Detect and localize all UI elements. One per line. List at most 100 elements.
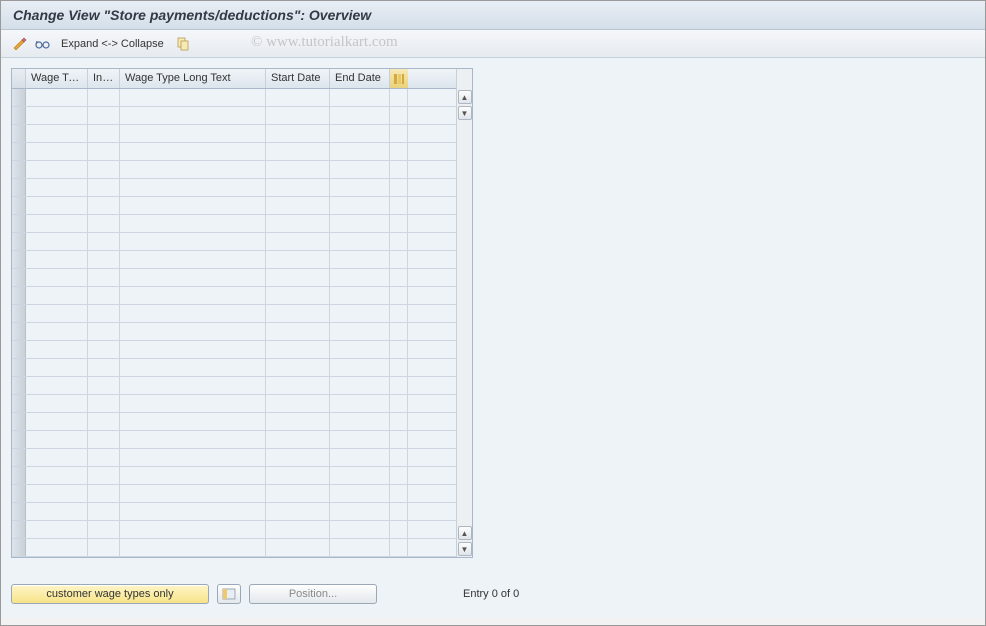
table-row[interactable]: [12, 143, 456, 161]
cell-wage-type-long[interactable]: [120, 197, 266, 214]
table-row[interactable]: [12, 503, 456, 521]
cell-end-date[interactable]: [330, 197, 390, 214]
cell-wage-type-long[interactable]: [120, 251, 266, 268]
table-row[interactable]: [12, 269, 456, 287]
cell-inf[interactable]: [88, 539, 120, 556]
cell-end-date[interactable]: [330, 143, 390, 160]
cell-wage-type-long[interactable]: [120, 485, 266, 502]
cell-start-date[interactable]: [266, 377, 330, 394]
cell-start-date[interactable]: [266, 305, 330, 322]
row-marker[interactable]: [12, 485, 26, 502]
cell-inf[interactable]: [88, 125, 120, 142]
cell-wage-type[interactable]: [26, 395, 88, 412]
cell-wage-type[interactable]: [26, 305, 88, 322]
table-row[interactable]: [12, 467, 456, 485]
table-row[interactable]: [12, 125, 456, 143]
cell-wage-type-long[interactable]: [120, 269, 266, 286]
cell-start-date[interactable]: [266, 413, 330, 430]
cell-wage-type-long[interactable]: [120, 395, 266, 412]
cell-inf[interactable]: [88, 197, 120, 214]
cell-wage-type[interactable]: [26, 107, 88, 124]
cell-inf[interactable]: [88, 413, 120, 430]
cell-wage-type-long[interactable]: [120, 107, 266, 124]
cell-wage-type-long[interactable]: [120, 521, 266, 538]
table-row[interactable]: [12, 233, 456, 251]
cell-end-date[interactable]: [330, 395, 390, 412]
cell-wage-type-long[interactable]: [120, 125, 266, 142]
cell-wage-type[interactable]: [26, 413, 88, 430]
cell-wage-type-long[interactable]: [120, 143, 266, 160]
cell-end-date[interactable]: [330, 107, 390, 124]
cell-wage-type-long[interactable]: [120, 503, 266, 520]
cell-wage-type[interactable]: [26, 539, 88, 556]
cell-wage-type[interactable]: [26, 377, 88, 394]
cell-inf[interactable]: [88, 341, 120, 358]
copy-icon[interactable]: [174, 35, 192, 53]
table-config-icon[interactable]: [390, 69, 408, 88]
cell-end-date[interactable]: [330, 251, 390, 268]
scroll-up-icon[interactable]: ▲: [458, 90, 472, 104]
cell-end-date[interactable]: [330, 305, 390, 322]
cell-wage-type[interactable]: [26, 431, 88, 448]
cell-end-date[interactable]: [330, 323, 390, 340]
cell-inf[interactable]: [88, 143, 120, 160]
table-row[interactable]: [12, 305, 456, 323]
expand-collapse-button[interactable]: Expand <-> Collapse: [55, 38, 170, 50]
scroll-up-bottom-icon[interactable]: ▲: [458, 526, 472, 540]
table-row[interactable]: [12, 179, 456, 197]
cell-wage-type[interactable]: [26, 215, 88, 232]
row-marker[interactable]: [12, 269, 26, 286]
position-button[interactable]: Position...: [249, 584, 377, 604]
cell-inf[interactable]: [88, 431, 120, 448]
cell-start-date[interactable]: [266, 341, 330, 358]
cell-wage-type-long[interactable]: [120, 323, 266, 340]
row-marker[interactable]: [12, 305, 26, 322]
column-header-end-date[interactable]: End Date: [330, 69, 390, 88]
cell-inf[interactable]: [88, 323, 120, 340]
row-marker[interactable]: [12, 197, 26, 214]
cell-wage-type[interactable]: [26, 143, 88, 160]
row-marker[interactable]: [12, 377, 26, 394]
scroll-down-icon[interactable]: ▼: [458, 106, 472, 120]
cell-inf[interactable]: [88, 305, 120, 322]
row-marker[interactable]: [12, 161, 26, 178]
row-marker[interactable]: [12, 395, 26, 412]
cell-wage-type[interactable]: [26, 125, 88, 142]
table-row[interactable]: [12, 449, 456, 467]
cell-end-date[interactable]: [330, 161, 390, 178]
cell-start-date[interactable]: [266, 107, 330, 124]
cell-start-date[interactable]: [266, 251, 330, 268]
cell-wage-type[interactable]: [26, 485, 88, 502]
pencil-glasses-icon[interactable]: [11, 35, 29, 53]
cell-inf[interactable]: [88, 521, 120, 538]
cell-end-date[interactable]: [330, 89, 390, 106]
row-marker[interactable]: [12, 107, 26, 124]
cell-wage-type[interactable]: [26, 467, 88, 484]
cell-inf[interactable]: [88, 485, 120, 502]
row-marker[interactable]: [12, 125, 26, 142]
cell-end-date[interactable]: [330, 485, 390, 502]
cell-wage-type-long[interactable]: [120, 539, 266, 556]
customer-wage-types-button[interactable]: customer wage types only: [11, 584, 209, 604]
cell-wage-type-long[interactable]: [120, 179, 266, 196]
vertical-scrollbar[interactable]: ▲ ▼ ▲ ▼: [456, 69, 472, 557]
cell-wage-type-long[interactable]: [120, 305, 266, 322]
table-row[interactable]: [12, 521, 456, 539]
cell-inf[interactable]: [88, 233, 120, 250]
cell-wage-type-long[interactable]: [120, 467, 266, 484]
cell-end-date[interactable]: [330, 503, 390, 520]
column-header-wage-type[interactable]: Wage Ty...: [26, 69, 88, 88]
row-select-header[interactable]: [12, 69, 26, 88]
cell-end-date[interactable]: [330, 539, 390, 556]
cell-wage-type[interactable]: [26, 323, 88, 340]
cell-end-date[interactable]: [330, 521, 390, 538]
cell-end-date[interactable]: [330, 269, 390, 286]
table-row[interactable]: [12, 197, 456, 215]
cell-inf[interactable]: [88, 107, 120, 124]
cell-wage-type[interactable]: [26, 251, 88, 268]
cell-end-date[interactable]: [330, 125, 390, 142]
table-row[interactable]: [12, 287, 456, 305]
cell-wage-type-long[interactable]: [120, 431, 266, 448]
cell-end-date[interactable]: [330, 449, 390, 466]
row-marker[interactable]: [12, 431, 26, 448]
